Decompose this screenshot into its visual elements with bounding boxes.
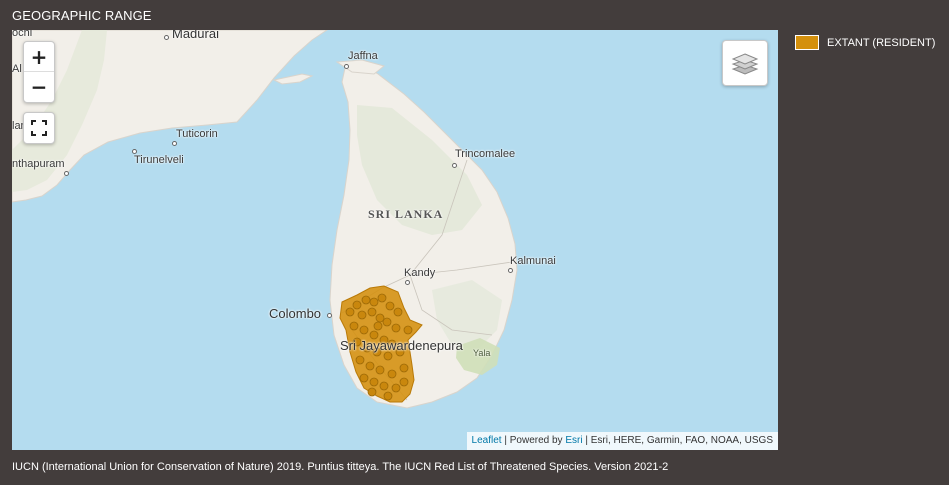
fullscreen-icon: [31, 120, 47, 136]
legend: EXTANT (RESIDENT): [795, 35, 935, 50]
label-madurai: Madurai: [172, 30, 219, 41]
layers-button[interactable]: [722, 40, 768, 86]
label-yala: Yala: [473, 348, 491, 358]
fullscreen-button[interactable]: [23, 112, 55, 144]
place-marker-dot: [508, 268, 513, 273]
leaflet-link[interactable]: Leaflet: [472, 435, 502, 446]
attribution-sources: Esri, HERE, Garmin, FAO, NOAA, USGS: [590, 435, 773, 446]
place-marker-dot: [405, 280, 410, 285]
label-sri-jayawardenepura: Sri Jayawardenepura: [340, 338, 463, 353]
citation-text: IUCN (International Union for Conservati…: [12, 461, 669, 473]
esri-link[interactable]: Esri: [565, 435, 582, 446]
map-view[interactable]: Madurai ochi Al ha lam Jaffna Tuticorin …: [12, 30, 778, 450]
label-tirunelveli: Tirunelveli: [134, 154, 184, 166]
zoom-in-button[interactable]: +: [24, 42, 54, 71]
label-sri-lanka: SRI LANKA: [368, 207, 444, 221]
place-marker-dot: [327, 313, 332, 318]
place-marker-dot: [172, 141, 177, 146]
label-kochi: ochi: [12, 30, 33, 39]
zoom-out-button[interactable]: −: [24, 71, 54, 101]
powered-by-text: Powered by: [509, 435, 563, 446]
label-jaffna: Jaffna: [348, 50, 378, 62]
label-kalmunai: Kalmunai: [510, 255, 556, 267]
label-colombo: Colombo: [269, 306, 322, 321]
place-marker-dot: [164, 35, 169, 40]
label-kandy: Kandy: [404, 267, 436, 279]
section-title: GEOGRAPHIC RANGE: [12, 8, 152, 23]
legend-label-extant-resident: EXTANT (RESIDENT): [827, 36, 936, 49]
place-marker-dot: [64, 171, 69, 176]
layers-icon: [731, 53, 759, 75]
place-marker-dot: [344, 64, 349, 69]
legend-swatch-extant-resident: [795, 35, 819, 50]
zoom-control: + −: [23, 41, 55, 103]
basemap[interactable]: [12, 30, 778, 450]
label-thiruvananthapuram: nthapuram: [12, 158, 65, 170]
label-trincomalee: Trincomalee: [455, 148, 516, 160]
map-attribution: Leaflet | Powered by Esri | Esri, HERE, …: [466, 432, 778, 450]
place-marker-dot: [452, 163, 457, 168]
label-tuticorin: Tuticorin: [176, 128, 218, 140]
